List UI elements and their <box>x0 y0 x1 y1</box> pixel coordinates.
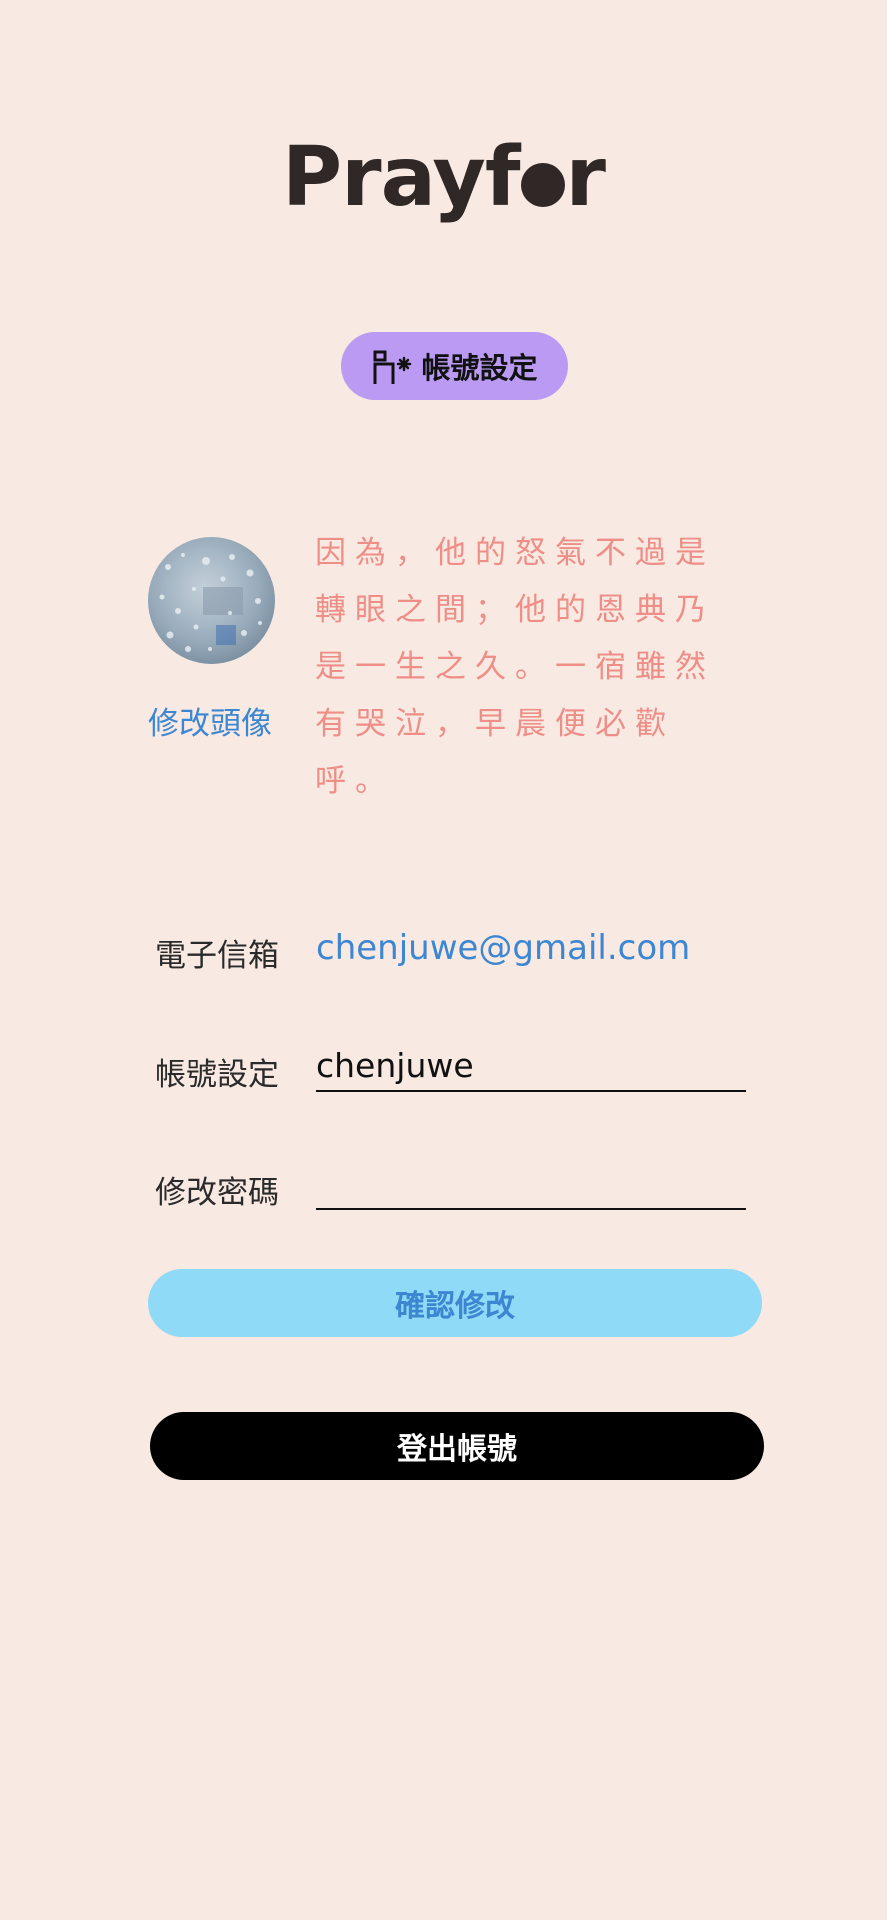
avatar-image <box>148 537 275 664</box>
confirm-changes-button[interactable]: 確認修改 <box>148 1269 762 1337</box>
app-logo: Prayf r <box>0 128 887 228</box>
email-label: 電子信箱 <box>155 938 279 974</box>
bible-verse: 因為，他的怒氣不過是轉眼之間；他的恩典乃是一生之久。一宿雖然有哭泣，早晨便必歡呼… <box>315 535 715 799</box>
user-settings-icon <box>373 350 412 384</box>
logo-text-end: r <box>565 130 606 225</box>
password-label: 修改密碼 <box>155 1175 279 1211</box>
logo-text-start: Prayf <box>282 130 520 225</box>
logout-button[interactable]: 登出帳號 <box>150 1412 764 1480</box>
avatar[interactable] <box>148 537 275 664</box>
section-title: 帳號設定 <box>421 351 538 385</box>
logo-dot <box>520 163 565 207</box>
account-label: 帳號設定 <box>155 1057 279 1093</box>
password-input[interactable] <box>316 1158 746 1210</box>
account-input[interactable] <box>316 1040 746 1092</box>
section-title-pill: 帳號設定 <box>341 332 568 400</box>
email-value: chenjuwe@gmail.com <box>316 928 691 968</box>
change-avatar-link[interactable]: 修改頭像 <box>148 698 272 743</box>
